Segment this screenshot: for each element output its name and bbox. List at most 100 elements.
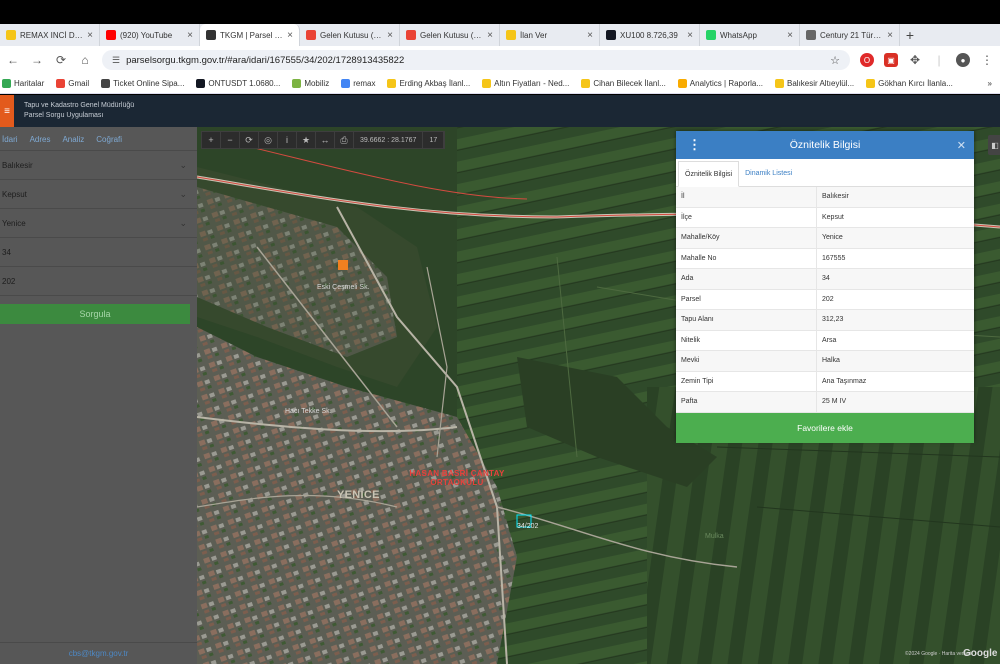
village-label: YENİCE xyxy=(337,489,380,501)
info-icon[interactable]: i xyxy=(278,131,297,149)
tab-close-icon[interactable]: × xyxy=(287,30,293,41)
tab-cografi[interactable]: Coğrafi xyxy=(96,135,122,150)
s-favicon-icon xyxy=(6,30,16,40)
gmail-favicon-icon xyxy=(306,30,316,40)
bookmark-item[interactable]: Ticket Online Sipa... xyxy=(101,79,184,88)
close-icon[interactable]: ✕ xyxy=(957,139,966,152)
parcel-label: 34/202 xyxy=(517,523,539,530)
bookmark-item[interactable]: Gmail xyxy=(56,79,89,88)
extensions-puzzle-icon[interactable]: ✥ xyxy=(908,53,922,67)
browser-tab-label: XU100 8.726,39 xyxy=(620,30,678,40)
tab-close-icon[interactable]: × xyxy=(887,30,893,41)
attribute-key: Parsel xyxy=(676,289,817,309)
tab-close-icon[interactable]: × xyxy=(187,30,193,41)
locate-icon[interactable]: ◎ xyxy=(259,131,278,149)
tab-close-icon[interactable]: × xyxy=(587,30,593,41)
favorite-star-icon[interactable]: ★ xyxy=(297,131,316,149)
bookmark-favicon-icon xyxy=(196,79,206,88)
browser-tab-label: TKGM | Parsel Sc xyxy=(220,30,284,40)
attribute-key: Ada xyxy=(676,269,817,289)
tab-close-icon[interactable]: × xyxy=(787,30,793,41)
zoom-in-icon[interactable]: + xyxy=(202,131,221,149)
panel-menu-icon[interactable]: ⋮ xyxy=(688,137,701,153)
browser-tab[interactable]: TKGM | Parsel Sc × xyxy=(200,24,300,46)
bookmark-item[interactable]: Erding Akbaş İlanl... xyxy=(387,79,470,88)
bookmark-item[interactable]: Altın Fiyatları - Ned... xyxy=(482,79,569,88)
tab-analiz[interactable]: Analiz xyxy=(62,135,84,150)
school-marker-icon[interactable] xyxy=(338,260,348,270)
reload-icon[interactable]: ⟳ xyxy=(54,53,68,67)
refresh-icon[interactable]: ⟳ xyxy=(240,131,259,149)
side-panel-toggle-icon[interactable]: ◧ xyxy=(988,135,1000,155)
province-select[interactable]: Balıkesir ⌄ xyxy=(0,151,197,180)
bookmark-item[interactable]: Analytics | Raporla... xyxy=(677,79,763,88)
chevron-down-icon: ⌄ xyxy=(179,159,187,170)
tab-close-icon[interactable]: × xyxy=(687,30,693,41)
bookmarks-overflow-icon[interactable]: » xyxy=(988,79,998,88)
browser-tab[interactable]: REMAX INCİ DEN... × xyxy=(0,24,100,46)
url-text[interactable]: parselsorgu.tkgm.gov.tr/#ara/idari/16755… xyxy=(126,55,824,66)
neighborhood-select[interactable]: Yenice ⌄ xyxy=(0,209,197,238)
bookmark-item[interactable]: Mobiliz xyxy=(292,79,329,88)
tab-idari[interactable]: İdari xyxy=(2,135,18,150)
bookmark-item[interactable]: ONTUSDT 1.0680... xyxy=(196,79,280,88)
attribute-key: Mahalle No xyxy=(676,248,817,268)
browser-tab-label: (920) YouTube xyxy=(120,30,173,40)
bookmark-label: Balıkesir Altıeylül... xyxy=(787,79,855,88)
browser-tab[interactable]: Gelen Kutusu (30... × xyxy=(400,24,500,46)
attribute-key: Tapu Alanı xyxy=(676,310,817,330)
app-header: ≡ Tapu ve Kadastro Genel Müdürlüğü Parse… xyxy=(0,95,1000,127)
district-select[interactable]: Kepsut ⌄ xyxy=(0,180,197,209)
bookmark-favicon-icon xyxy=(482,79,492,88)
globe-favicon-icon xyxy=(806,30,816,40)
app-title-line2: Parsel Sorgu Uygulaması xyxy=(24,112,104,119)
bookmark-label: Cihan Bilecek İlanl... xyxy=(593,79,666,88)
browser-menu-icon[interactable]: ⋮ xyxy=(980,53,994,67)
browser-tab-label: Gelen Kutusu (1... xyxy=(320,30,384,40)
block-no-input[interactable]: 34 xyxy=(0,238,197,267)
bookmark-item[interactable]: Balıkesir Altıeylül... xyxy=(775,79,854,88)
bookmark-item[interactable]: Cihan Bilecek İlanl... xyxy=(581,79,666,88)
zoom-out-icon[interactable]: − xyxy=(221,131,240,149)
add-to-favorites-button[interactable]: Favorilere ekle xyxy=(676,412,974,443)
bookmark-item[interactable]: Gökhan Kırcı İlanla... xyxy=(866,79,953,88)
bookmark-item[interactable]: remax xyxy=(341,79,375,88)
site-info-icon[interactable]: ☰ xyxy=(112,55,120,66)
browser-tab[interactable]: İlan Ver × xyxy=(500,24,600,46)
tab-adres[interactable]: Adres xyxy=(30,135,51,150)
query-button[interactable]: Sorgula xyxy=(0,304,190,324)
parcel-no-input[interactable]: 202 xyxy=(0,267,197,296)
forward-icon[interactable]: → xyxy=(30,53,44,67)
measure-icon[interactable]: ↔ xyxy=(316,131,335,149)
tab-close-icon[interactable]: × xyxy=(487,30,493,41)
browser-tab[interactable]: Gelen Kutusu (1... × xyxy=(300,24,400,46)
profile-avatar[interactable]: ● xyxy=(956,53,970,67)
browser-tab[interactable]: XU100 8.726,39 × xyxy=(600,24,700,46)
home-icon[interactable]: ⌂ xyxy=(78,53,92,67)
whatsapp-favicon-icon xyxy=(706,30,716,40)
back-icon[interactable]: ← xyxy=(6,53,20,67)
url-bar[interactable]: ☰ parselsorgu.tkgm.gov.tr/#ara/idari/167… xyxy=(102,50,850,70)
hamburger-menu-icon[interactable]: ≡ xyxy=(0,95,14,127)
attribute-value: Ana Taşınmaz xyxy=(822,377,867,385)
bookmark-item[interactable]: Haritalar xyxy=(2,79,44,88)
tab-close-icon[interactable]: × xyxy=(87,30,93,41)
tab-dynamic-list[interactable]: Dinamik Listesi xyxy=(739,160,798,186)
tab-close-icon[interactable]: × xyxy=(387,30,393,41)
pdf-extension-icon[interactable]: ▣ xyxy=(884,53,898,67)
new-tab-button[interactable]: + xyxy=(900,27,920,43)
bookmark-label: Ticket Online Sipa... xyxy=(113,79,185,88)
footer-email-link[interactable]: cbs@tkgm.gov.tr xyxy=(0,642,197,664)
tab-strip: REMAX INCİ DEN...×(920) YouTube×TKGM | P… xyxy=(0,24,1000,46)
query-sidebar: İdari Adres Analiz Coğrafi Balıkesir ⌄ K… xyxy=(0,127,197,664)
bookmark-star-icon[interactable]: ☆ xyxy=(830,54,840,67)
attribute-key: Zemin Tipi xyxy=(676,371,817,391)
browser-tab[interactable]: WhatsApp × xyxy=(700,24,800,46)
print-icon[interactable]: ⎙ xyxy=(335,131,354,149)
browser-tab[interactable]: Century 21 Türki... × xyxy=(800,24,900,46)
browser-tab[interactable]: (920) YouTube × xyxy=(100,24,200,46)
tab-attribute-info[interactable]: Öznitelik Bilgisi xyxy=(678,161,740,187)
opera-extension-icon[interactable]: O xyxy=(860,53,874,67)
bookmark-favicon-icon xyxy=(101,79,111,88)
attribute-value: 202 xyxy=(822,295,834,303)
